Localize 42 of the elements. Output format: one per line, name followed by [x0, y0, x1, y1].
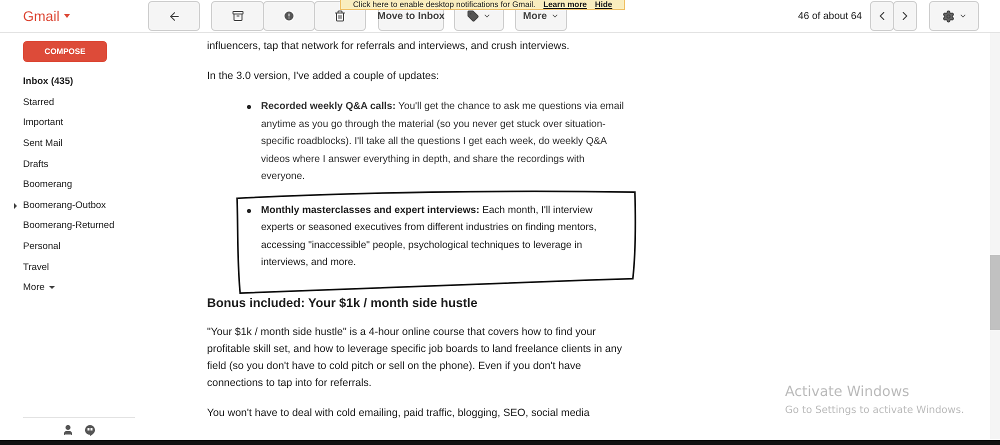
- caret-icon: [483, 12, 491, 20]
- scrollbar-thumb[interactable]: [990, 255, 1000, 330]
- archive-button[interactable]: [211, 1, 264, 31]
- sidebar-item[interactable]: Boomerang-Outbox: [23, 198, 106, 213]
- activation-subtitle: Go to Settings to activate Windows.: [785, 404, 964, 418]
- alert-icon: [283, 10, 295, 22]
- caret-icon: [550, 12, 559, 20]
- pager-count: 46 of about 64: [798, 10, 862, 24]
- bullet-text: Monthly masterclasses and expert interviews: Each month, I'll interview experts or seasoned executives from different industries on finding mentors, accessing "inaccessible" people, psychological techniques to leverage in interviews, and more.: [261, 204, 598, 270]
- settings-button[interactable]: [929, 1, 979, 31]
- compose-button[interactable]: COMPOSE: [23, 41, 107, 62]
- sidebar-item[interactable]: Travel: [23, 260, 50, 275]
- message-paragraph: "Your $1k / month side hustle" is a 4-hour online course that covers how to find your profitable skill set, and how to leverage specific job boards to land freelance clients in any field (so you don't have to cold pitch or sell on the phone). Even if you don't have connections to tap into for referrals.: [207, 325, 623, 392]
- message-paragraph: You won't have to deal with cold emailing, paid traffic, blogging, SEO, social media: [207, 406, 591, 422]
- bullet-text: Recorded weekly Q&A calls: You'll get the chance to ask me questions via email anytime as you go through the material (so you never get stuck over situation-specific roadblocks). I'll take all the questions I get each week, do weekly Q&A videos where I answer everything in depth, and share the recordings with everyone.: [261, 100, 625, 184]
- sidebar-item[interactable]: Boomerang-Returned: [23, 219, 114, 234]
- trash-icon: [334, 10, 346, 22]
- message-paragraph: influencers, tap that network for referrals and interviews, and crush interviews.: [207, 39, 570, 54]
- sidebar-item[interactable]: Important: [23, 116, 64, 131]
- more-labels-link[interactable]: More: [23, 278, 207, 298]
- gmail-logo-menu[interactable]: Gmail: [23, 6, 128, 26]
- hangouts-icon[interactable]: [84, 424, 96, 436]
- expand-arrow-icon[interactable]: [14, 202, 17, 209]
- tag-icon: [467, 10, 479, 22]
- sidebar-item[interactable]: Boomerang: [23, 178, 72, 192]
- settings-icon: [942, 10, 954, 22]
- caret-icon: [958, 12, 966, 20]
- notification-link[interactable]: Hide: [594, 0, 612, 8]
- contacts-icon[interactable]: [62, 424, 74, 436]
- message-heading: Bonus included: Your $1k / month side hustle: [207, 294, 478, 312]
- archive-icon: [232, 10, 244, 22]
- caret-icon: [48, 286, 55, 290]
- caret-icon: [64, 14, 70, 18]
- sidebar-item[interactable]: Drafts: [23, 158, 48, 172]
- message-paragraph: In the 3.0 version, I've added a couple of updates:: [207, 69, 440, 84]
- sidebar-item[interactable]: Personal: [23, 240, 60, 254]
- activation-title: Activate Windows: [785, 383, 910, 402]
- back-arrow-icon: [168, 10, 180, 22]
- report-spam-button[interactable]: [263, 1, 315, 31]
- sidebar-item[interactable]: Starred: [23, 96, 54, 110]
- sidebar-item[interactable]: Sent Mail: [23, 136, 63, 152]
- sidebar-item[interactable]: Inbox (435): [23, 75, 74, 90]
